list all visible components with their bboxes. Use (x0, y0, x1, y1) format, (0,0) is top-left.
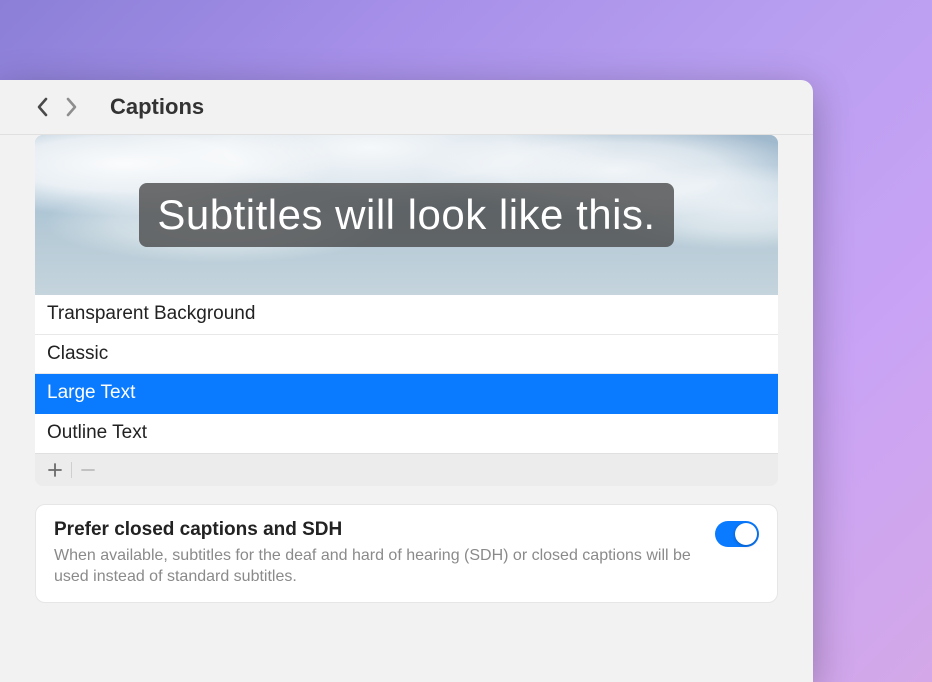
style-row-large-text[interactable]: Large Text (35, 374, 778, 414)
toggle-knob (735, 523, 757, 545)
back-button[interactable] (30, 95, 54, 119)
caption-style-list: Transparent Background Classic Large Tex… (35, 295, 778, 453)
chevron-right-icon (65, 97, 79, 117)
style-label: Large Text (47, 382, 135, 403)
header: Captions (0, 80, 813, 135)
style-row-transparent-background[interactable]: Transparent Background (35, 295, 778, 335)
list-actions-bar (35, 453, 778, 486)
page-title: Captions (110, 94, 204, 120)
style-row-classic[interactable]: Classic (35, 335, 778, 375)
plus-icon (48, 463, 62, 477)
add-style-button[interactable] (41, 458, 69, 482)
preview-subtitle-text: Subtitles will look like this. (139, 183, 673, 247)
prefer-cc-toggle[interactable] (715, 521, 759, 547)
caption-preview: Subtitles will look like this. (35, 135, 778, 295)
setting-text: Prefer closed captions and SDH When avai… (54, 519, 695, 588)
style-label: Outline Text (47, 422, 147, 443)
setting-description: When available, subtitles for the deaf a… (54, 545, 695, 588)
setting-title: Prefer closed captions and SDH (54, 519, 695, 541)
settings-window: Captions Subtitles will look like this. … (0, 80, 813, 682)
forward-button[interactable] (60, 95, 84, 119)
chevron-left-icon (35, 97, 49, 117)
style-label: Classic (47, 343, 108, 364)
action-divider (71, 462, 72, 478)
remove-style-button[interactable] (74, 458, 102, 482)
minus-icon (81, 463, 95, 477)
style-label: Transparent Background (47, 303, 255, 324)
prefer-cc-setting: Prefer closed captions and SDH When avai… (35, 504, 778, 603)
content-area: Subtitles will look like this. Transpare… (0, 135, 813, 623)
style-row-outline-text[interactable]: Outline Text (35, 414, 778, 453)
